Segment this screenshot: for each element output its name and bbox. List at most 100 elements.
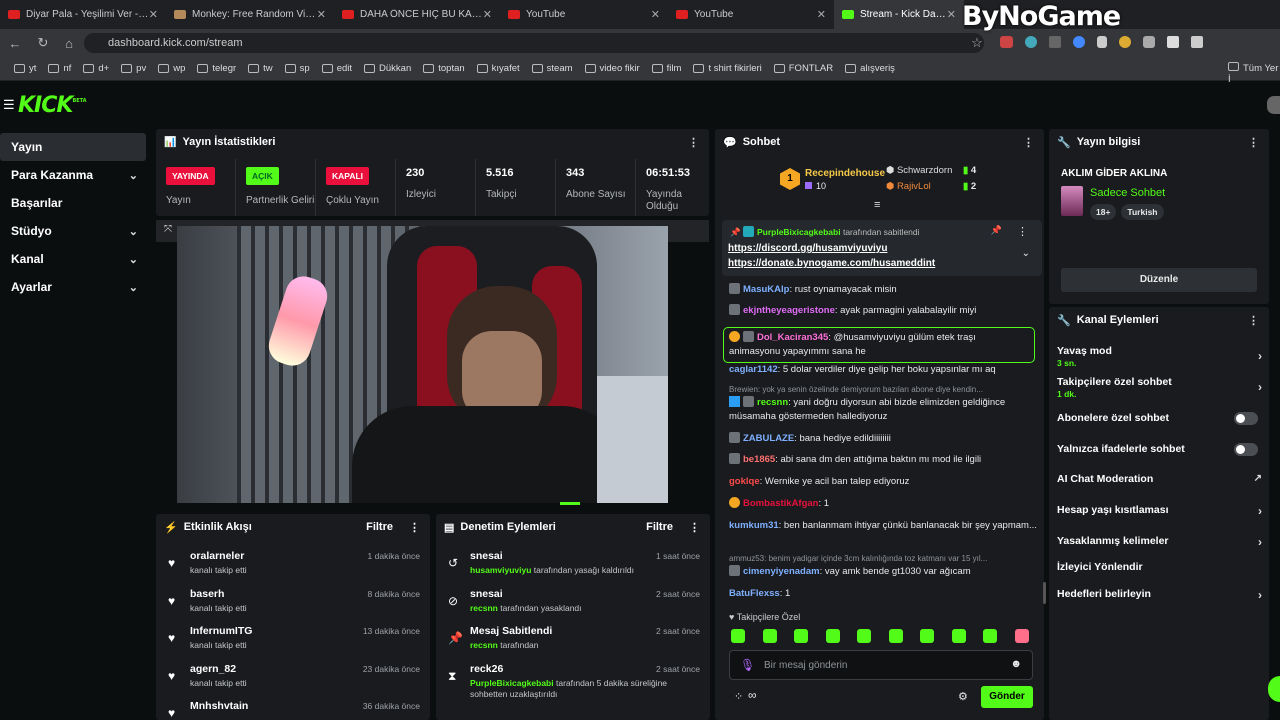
emote-icon[interactable] — [857, 629, 871, 643]
activity-filter-button[interactable]: Filtre — [366, 521, 393, 533]
emote-icon[interactable] — [951, 629, 966, 643]
chat-username[interactable]: Dol_Kaciran345 — [757, 332, 828, 343]
list-item[interactable]: ♥ agern_82 kanalı takip etti 23 dakika önce — [156, 657, 430, 693]
event-user[interactable]: agern_82 — [190, 663, 236, 675]
channel-action-row[interactable]: Takipçilere özel sohbet 1 dk. › — [1057, 376, 1262, 400]
people-icon[interactable]: ⁘ — [734, 690, 743, 703]
bookmark-item[interactable]: d+ — [83, 63, 109, 74]
status-badge[interactable]: YAYINDA — [166, 167, 215, 185]
mod-actor[interactable]: PurpleBixicagkebabi — [470, 678, 554, 688]
emote-icon[interactable] — [983, 629, 997, 643]
chat-message[interactable]: ZABULAZE: bana hediye edildiiiiiiii — [729, 432, 1039, 446]
chat-username[interactable]: ZABULAZE — [743, 433, 794, 444]
mod-target[interactable]: reck26 — [470, 663, 503, 675]
pinned-link-2[interactable]: https://donate.bynogame.com/husameddint — [728, 258, 935, 269]
leader-2[interactable]: ⬢ Schwarzdorn — [886, 165, 952, 176]
category-name[interactable]: Sadece Sohbet — [1090, 187, 1165, 199]
collapse-icon[interactable]: ⤧ — [164, 224, 172, 235]
chat-username[interactable]: cimenyiyenadam — [743, 566, 820, 577]
chat-username[interactable]: be1865 — [743, 454, 775, 465]
bookmark-item[interactable]: nf — [48, 63, 71, 74]
chat-message[interactable]: kumkum31: ben banlanmam ihtiyar çünkü ba… — [729, 519, 1039, 533]
mod-actor[interactable]: recsnn — [470, 603, 498, 613]
mod-target[interactable]: snesai — [470, 588, 503, 600]
bookmark-item[interactable]: Dükkan — [364, 63, 411, 74]
emote-icon[interactable] — [731, 629, 745, 643]
bookmark-item[interactable]: film — [651, 63, 681, 74]
more-icon[interactable]: ⋮ — [1248, 136, 1259, 149]
chat-username[interactable]: BatuFlexss — [729, 588, 780, 599]
bookmark-item[interactable]: toptan — [423, 63, 465, 74]
chat-scrollbar[interactable] — [1043, 582, 1046, 604]
chevron-right-icon[interactable]: › — [1258, 380, 1262, 394]
leader-3[interactable]: ⬢ RajivLol — [886, 181, 931, 192]
bookmark-item[interactable]: kıyafet — [476, 63, 520, 74]
more-icon[interactable]: ⋮ — [689, 521, 700, 534]
chat-input[interactable]: 🎙 Bir mesaj gönderin ☻ — [729, 650, 1033, 680]
list-item[interactable]: ↺ snesai husamviyuviyu tarafından yasağı k… — [436, 544, 710, 580]
emote-icon[interactable] — [825, 629, 840, 643]
more-icon[interactable]: ⋮ — [1248, 314, 1259, 327]
chat-message[interactable]: Dol_Kaciran345: @husamviyuviyu gülüm ete… — [723, 327, 1035, 363]
bookmark-item[interactable]: FONTLAR — [773, 63, 833, 74]
channel-action-row[interactable]: Abonelere özel sohbet — [1057, 412, 1262, 436]
infinity-icon[interactable]: ∞ — [748, 688, 757, 702]
bookmark-item[interactable]: steam — [531, 63, 573, 74]
external-link-icon[interactable]: ↗ — [1254, 473, 1262, 484]
bookmark-item[interactable]: tw — [248, 63, 273, 74]
moderation-filter-button[interactable]: Filtre — [646, 521, 673, 533]
event-user[interactable]: baserh — [190, 588, 224, 600]
leader-1-name[interactable]: Recepindehouse — [805, 168, 885, 179]
floating-green-button[interactable] — [1268, 676, 1280, 702]
toggle-switch[interactable] — [1234, 443, 1258, 456]
chat-message[interactable]: caglar1142: 5 dolar verdiler diye gelip … — [729, 363, 1039, 377]
chevron-right-icon[interactable]: › — [1258, 588, 1262, 602]
emote-icon[interactable] — [888, 629, 903, 643]
browser-tab[interactable]: YouTube ✕ — [668, 0, 834, 29]
more-icon[interactable]: ⋮ — [688, 136, 699, 149]
list-item[interactable]: ♥ oralarneler kanalı takip etti 1 dakika ön… — [156, 544, 430, 580]
pinned-message[interactable]: 📌 PurpleBixicagkebabi tarafından sabitle… — [722, 220, 1042, 276]
chat-username[interactable]: goklqe — [729, 476, 760, 487]
emoji-icon[interactable]: ☻ — [1010, 658, 1022, 670]
list-item[interactable]: 📌 Mesaj Sabitlendi recsnn tarafından 2 saat… — [436, 619, 710, 655]
more-icon[interactable]: ⋮ — [409, 521, 420, 534]
channel-action-row[interactable]: Hedefleri belirleyin › — [1057, 588, 1262, 612]
pinned-link-1[interactable]: https://discord.gg/husamviyuviyu — [728, 243, 887, 254]
bookmark-item[interactable]: pv — [121, 63, 146, 74]
emote-icon[interactable] — [1014, 629, 1029, 643]
chevron-right-icon[interactable]: › — [1258, 504, 1262, 518]
list-item[interactable]: ♥ baserh kanalı takip etti 8 dakika önce — [156, 582, 430, 618]
menu-icon[interactable]: ☰ — [3, 97, 15, 113]
address-bar[interactable]: dashboard.kick.com/stream — [84, 33, 984, 53]
channel-action-row[interactable]: AI Chat Moderation ↗ — [1057, 473, 1262, 497]
mod-target[interactable]: snesai — [470, 550, 503, 562]
tag-pill[interactable]: Turkish — [1121, 204, 1164, 220]
close-icon[interactable]: ✕ — [149, 8, 158, 21]
close-icon[interactable]: ✕ — [317, 8, 326, 21]
chat-username[interactable]: kumkum31 — [729, 520, 779, 531]
close-icon[interactable]: ✕ — [947, 8, 956, 21]
chat-username[interactable]: caglar1142 — [729, 364, 778, 375]
mic-icon[interactable]: 🎙 — [740, 658, 755, 672]
sidebar-item[interactable]: Stüdyo ⌄ — [0, 217, 146, 245]
event-user[interactable]: Mnhshvtain — [190, 700, 248, 712]
bookmark-item[interactable]: wp — [158, 63, 185, 74]
home-icon[interactable]: ⌂ — [58, 36, 80, 51]
pin-icon[interactable]: 📌 — [991, 225, 1002, 236]
chevron-right-icon[interactable]: › — [1258, 349, 1262, 363]
close-icon[interactable]: ✕ — [817, 8, 826, 21]
bookmark-item[interactable]: edit — [321, 63, 352, 74]
status-badge[interactable]: AÇIK — [246, 167, 279, 185]
bookmark-item[interactable]: telegr — [197, 63, 236, 74]
reply-preview[interactable]: Brewien: yok ya senin özelinde demiyorum… — [729, 383, 1039, 397]
back-icon[interactable]: ← — [4, 36, 26, 51]
event-user[interactable]: InfernumITG — [190, 625, 252, 637]
chat-message[interactable]: ekjntheyeageristone: ayak parmagini yala… — [729, 304, 1039, 318]
reload-icon[interactable]: ↻ — [32, 35, 54, 51]
bookmark-item[interactable]: sp — [284, 63, 310, 74]
kick-logo[interactable]: KICKBETA — [18, 93, 87, 118]
browser-tab[interactable]: Stream - Kick Dashboard✕ — [834, 0, 964, 29]
avatar[interactable] — [1267, 96, 1280, 114]
toggle-switch[interactable] — [1234, 412, 1258, 425]
